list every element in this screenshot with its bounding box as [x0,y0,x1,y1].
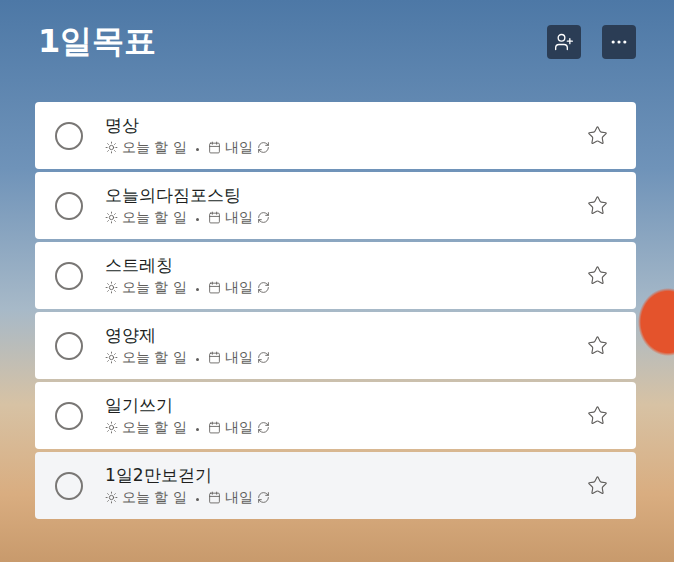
complete-checkbox[interactable] [55,262,83,290]
calendar-icon [208,351,221,364]
due-label: 내일 [225,208,253,226]
task-meta: 오늘 할 일 내일 [105,208,587,226]
calendar-icon [208,421,221,434]
separator-dot [196,498,199,501]
repeat-icon [257,211,270,224]
my-day-label: 오늘 할 일 [122,208,187,226]
importance-button[interactable] [587,405,608,426]
complete-checkbox[interactable] [55,472,83,500]
my-day-label: 오늘 할 일 [122,348,187,366]
star-icon [587,125,608,146]
importance-button[interactable] [587,195,608,216]
importance-button[interactable] [587,125,608,146]
calendar-icon [208,211,221,224]
calendar-icon [208,491,221,504]
importance-button[interactable] [587,265,608,286]
sun-icon [105,351,118,364]
due-label: 내일 [225,348,253,366]
task-meta: 오늘 할 일 내일 [105,488,587,506]
repeat-icon [257,141,270,154]
complete-checkbox[interactable] [55,122,83,150]
separator-dot [196,218,199,221]
task-row[interactable]: 영양제오늘 할 일 내일 [35,312,636,379]
repeat-icon [257,281,270,294]
importance-button[interactable] [587,335,608,356]
task-title: 스트레칭 [105,254,587,276]
task-meta: 오늘 할 일 내일 [105,348,587,366]
separator-dot [196,148,199,151]
my-day-label: 오늘 할 일 [122,278,187,296]
task-row[interactable]: 일기쓰기오늘 할 일 내일 [35,382,636,449]
more-icon [609,32,629,52]
due-label: 내일 [225,278,253,296]
my-day-label: 오늘 할 일 [122,418,187,436]
task-title: 명상 [105,114,587,136]
task-title: 1일2만보걷기 [105,464,587,486]
task-title: 영양제 [105,324,587,346]
task-row[interactable]: 명상오늘 할 일 내일 [35,102,636,169]
task-title: 일기쓰기 [105,394,587,416]
my-day-label: 오늘 할 일 [122,488,187,506]
repeat-icon [257,491,270,504]
task-row[interactable]: 오늘의다짐포스팅오늘 할 일 내일 [35,172,636,239]
star-icon [587,265,608,286]
task-row[interactable]: 1일2만보걷기오늘 할 일 내일 [35,452,636,519]
star-icon [587,475,608,496]
task-meta: 오늘 할 일 내일 [105,138,587,156]
repeat-icon [257,351,270,364]
list-header: 1일목표 [35,20,636,64]
due-label: 내일 [225,418,253,436]
task-body: 스트레칭오늘 할 일 내일 [105,254,587,296]
calendar-icon [208,141,221,154]
repeat-icon [257,421,270,434]
star-icon [587,405,608,426]
task-body: 일기쓰기오늘 할 일 내일 [105,394,587,436]
task-meta: 오늘 할 일 내일 [105,418,587,436]
task-body: 1일2만보걷기오늘 할 일 내일 [105,464,587,506]
task-body: 오늘의다짐포스팅오늘 할 일 내일 [105,184,587,226]
separator-dot [196,358,199,361]
sun-icon [105,141,118,154]
list-title: 1일목표 [38,20,156,64]
more-button[interactable] [602,25,636,59]
my-day-label: 오늘 할 일 [122,138,187,156]
calendar-icon [208,281,221,294]
due-label: 내일 [225,138,253,156]
complete-checkbox[interactable] [55,192,83,220]
task-meta: 오늘 할 일 내일 [105,278,587,296]
person-add-icon [554,32,574,52]
task-title: 오늘의다짐포스팅 [105,184,587,206]
complete-checkbox[interactable] [55,332,83,360]
sun-icon [105,211,118,224]
header-actions [547,25,636,59]
complete-checkbox[interactable] [55,402,83,430]
separator-dot [196,428,199,431]
todo-page: 1일목표명상오늘 할 일내일오늘의다짐포스팅오늘 할 일내일스트레칭오늘 할 일… [0,0,674,562]
star-icon [587,195,608,216]
task-body: 영양제오늘 할 일 내일 [105,324,587,366]
importance-button[interactable] [587,475,608,496]
sun-icon [105,421,118,434]
share-button[interactable] [547,25,581,59]
task-body: 명상오늘 할 일 내일 [105,114,587,156]
sun-icon [105,491,118,504]
separator-dot [196,288,199,291]
task-row[interactable]: 스트레칭오늘 할 일 내일 [35,242,636,309]
due-label: 내일 [225,488,253,506]
star-icon [587,335,608,356]
sun-icon [105,281,118,294]
task-list: 명상오늘 할 일내일오늘의다짐포스팅오늘 할 일내일스트레칭오늘 할 일내일영양… [35,102,636,519]
